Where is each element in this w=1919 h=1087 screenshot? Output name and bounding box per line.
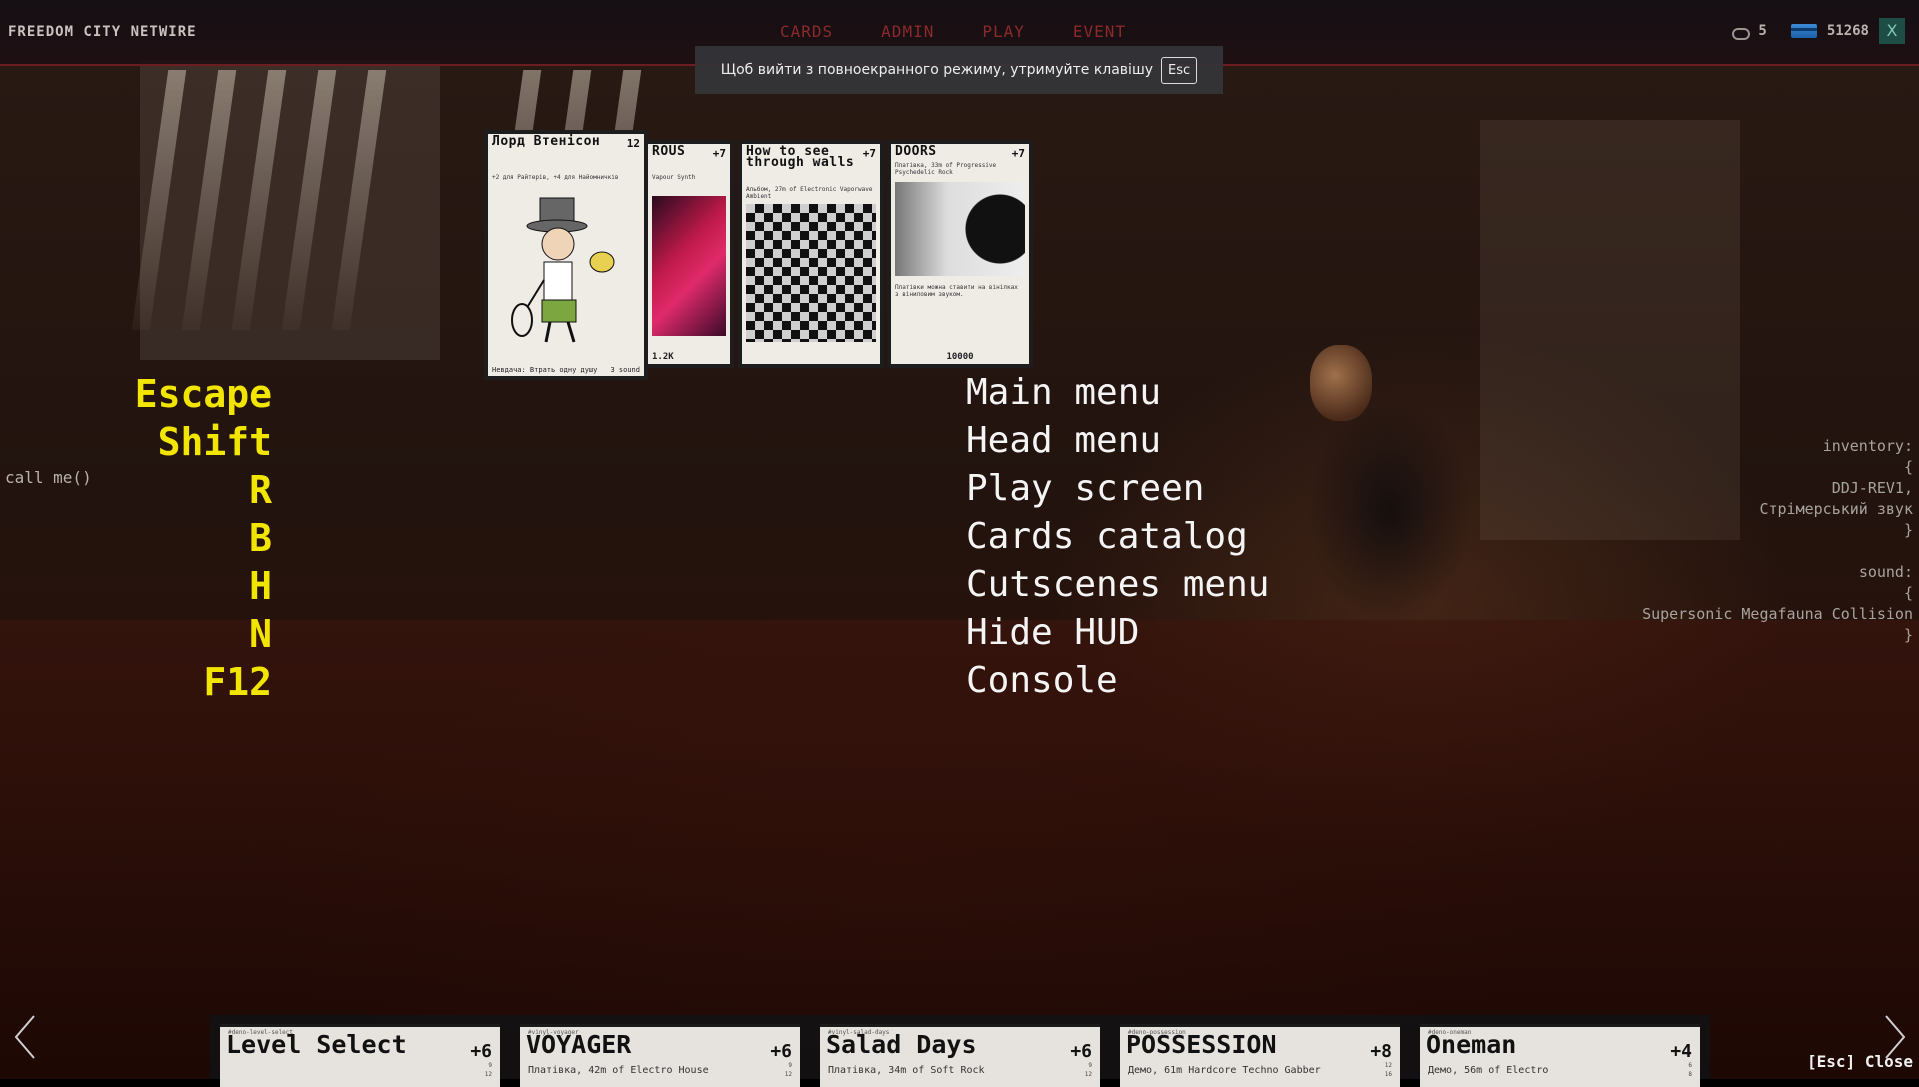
bottom-card-oneman[interactable]: #deno-oneman Oneman +4 Демо, 56m of Elec… bbox=[1420, 1024, 1700, 1087]
credits-count: 51268 bbox=[1826, 23, 1869, 39]
nav-admin[interactable]: ADMIN bbox=[881, 22, 934, 41]
card-value: +4 bbox=[1670, 1041, 1692, 1062]
card-title: Salad Days bbox=[826, 1030, 977, 1059]
menu-label: Main menu bbox=[966, 372, 1162, 413]
sitting-character bbox=[1260, 340, 1520, 670]
card-body: Платівки можна ставити на вінілках з він… bbox=[895, 284, 1018, 298]
card-title: Oneman bbox=[1426, 1030, 1517, 1059]
card-title: ROUS bbox=[652, 144, 686, 159]
hotkey-f12: F12 bbox=[203, 660, 272, 704]
bottom-card-possession[interactable]: #deno-possession POSSESSION +8 Демо, 61m… bbox=[1120, 1024, 1400, 1087]
card-footer: 1.2K bbox=[652, 352, 674, 362]
card-value: +6 bbox=[770, 1041, 792, 1062]
toast-message: Щоб вийти з повноекранного режиму, утрим… bbox=[720, 62, 1154, 78]
hotkey-escape: Escape bbox=[134, 372, 272, 416]
card-footer: 10000 bbox=[946, 352, 974, 362]
card-doors[interactable]: DOORS +7 Платівка, 33m of Progressive Ps… bbox=[887, 140, 1033, 368]
toast-esc-key: Esc bbox=[1161, 56, 1198, 84]
card-value: +6 bbox=[470, 1041, 492, 1062]
nav-play[interactable]: PLAY bbox=[982, 22, 1025, 41]
card-subtitle: Демо, 56m of Electro bbox=[1428, 1065, 1549, 1076]
hotkey-n: N bbox=[249, 612, 272, 656]
cloud-icon bbox=[1730, 24, 1751, 40]
card-value: +8 bbox=[1370, 1041, 1392, 1062]
console-hint: call me() bbox=[5, 468, 92, 487]
inventory-panel: inventory: { DDJ-REV1, Стрімерський звук… bbox=[1642, 437, 1913, 644]
card-value: +7 bbox=[712, 147, 726, 160]
menu-label: Hide HUD bbox=[966, 612, 1140, 653]
card-title: How to see through walls bbox=[746, 144, 855, 170]
card-title: VOYAGER bbox=[526, 1030, 632, 1059]
card-subtitle: Демо, 61m Hardcore Techno Gabber bbox=[1128, 1065, 1321, 1076]
menu-label: Cards catalog bbox=[966, 516, 1248, 557]
card-value: +7 bbox=[1011, 147, 1025, 160]
card-value: 12 bbox=[626, 137, 640, 150]
card-stats: 9 12 bbox=[1084, 1062, 1092, 1078]
card-art-figure bbox=[492, 192, 640, 350]
card-subtitle: +2 для Райтерів, +4 для Найомничків bbox=[492, 174, 619, 181]
card-stats: 9 12 bbox=[484, 1062, 492, 1078]
card-subtitle: Платівка, 34m of Soft Rock bbox=[828, 1065, 985, 1076]
card-subtitle: Vapour Synth bbox=[652, 174, 696, 181]
card-art-image bbox=[652, 196, 726, 336]
close-button[interactable]: X bbox=[1879, 18, 1905, 44]
bottom-card-salad-days[interactable]: #vinyl-salad-days Salad Days +6 Платівка… bbox=[820, 1024, 1100, 1087]
card-stats: 6 8 bbox=[1688, 1062, 1692, 1078]
bottom-card-level-select[interactable]: #deno-level-select Level Select +6 9 12 bbox=[220, 1024, 500, 1087]
card-footer-right: 3 sound bbox=[610, 366, 640, 374]
card-art-photo bbox=[895, 182, 1025, 276]
cloud-count: 5 bbox=[1758, 23, 1767, 39]
menu-label: Play screen bbox=[966, 468, 1205, 509]
card-stats: 9 12 bbox=[784, 1062, 792, 1078]
card-title: POSSESSION bbox=[1126, 1030, 1277, 1059]
card-value: +7 bbox=[862, 147, 876, 160]
card-subtitle: Платівка, 42m of Electro House bbox=[528, 1065, 709, 1076]
player-stats: 5 51268 X bbox=[1730, 18, 1905, 44]
card-lord[interactable]: Лорд Втенісон 12 +2 для Райтерів, +4 для… bbox=[484, 130, 648, 380]
card-rous[interactable]: ROUS +7 Vapour Synth 1.2K bbox=[644, 140, 734, 368]
card-art-image bbox=[746, 204, 876, 342]
credit-card-icon bbox=[1790, 24, 1817, 38]
card-title: Level Select bbox=[226, 1030, 407, 1059]
card-how-to-see-through-walls[interactable]: How to see through walls +7 Альбом, 27m … bbox=[738, 140, 884, 368]
chevron-left-icon[interactable] bbox=[10, 1012, 40, 1062]
nav-cards[interactable]: CARDS bbox=[780, 22, 833, 41]
hotkey-h: H bbox=[249, 564, 272, 608]
bottom-card-voyager[interactable]: #vinyl-voyager VOYAGER +6 Платівка, 42m … bbox=[520, 1024, 800, 1087]
menu-label: Console bbox=[966, 660, 1118, 701]
menu-label: Cutscenes menu bbox=[966, 564, 1270, 605]
brand-title: FREEDOM CITY NETWIRE bbox=[8, 24, 197, 40]
card-subtitle: Платівка, 33m of Progressive Psychedelic… bbox=[895, 162, 997, 176]
card-stats: 12 16 bbox=[1384, 1062, 1392, 1078]
hotkey-shift: Shift bbox=[157, 420, 272, 464]
menu-label: Head menu bbox=[966, 420, 1162, 461]
card-title: DOORS bbox=[895, 144, 937, 159]
esc-close-hint[interactable]: [Esc] Close bbox=[1807, 1052, 1913, 1071]
nav-event[interactable]: EVENT bbox=[1073, 22, 1126, 41]
card-title: Лорд Втенісон bbox=[492, 134, 601, 149]
main-nav: CARDS ADMIN PLAY EVENT bbox=[780, 22, 1174, 41]
card-subtitle: Альбом, 27m of Electronic Vaporwave Ambi… bbox=[746, 186, 873, 200]
hotkey-b: B bbox=[249, 516, 272, 560]
fullscreen-exit-toast: Щоб вийти з повноекранного режиму, утрим… bbox=[695, 46, 1223, 94]
card-footer: Невдача: Втрать одну душу bbox=[492, 366, 598, 374]
card-value: +6 bbox=[1070, 1041, 1092, 1062]
